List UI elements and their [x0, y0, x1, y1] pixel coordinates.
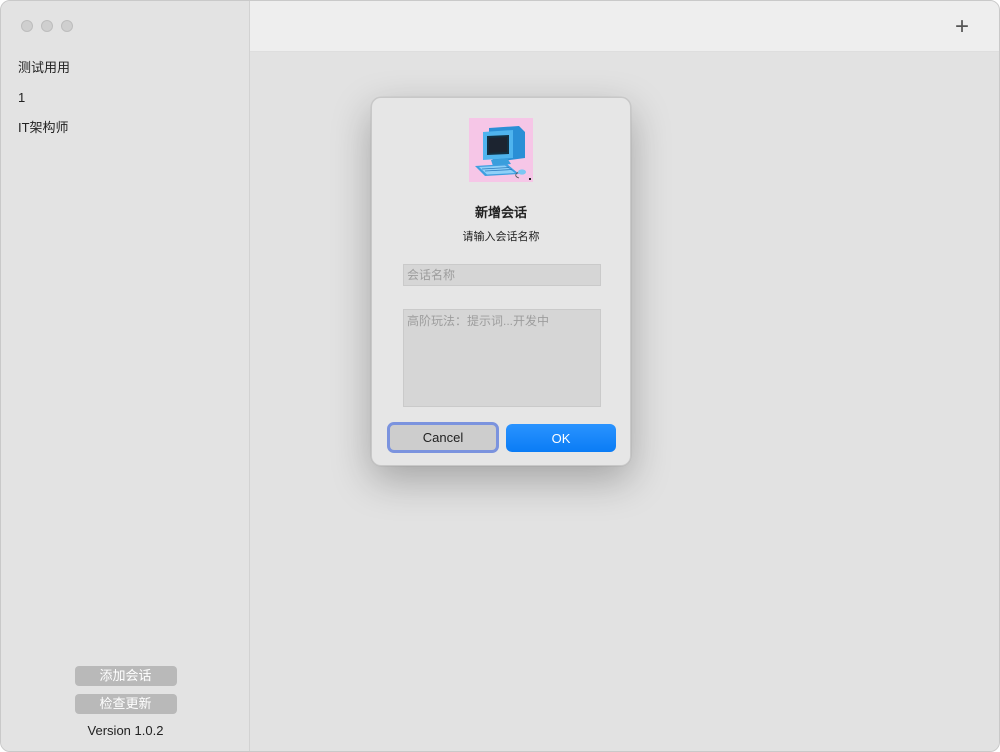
- app-window: 测试用用 1 IT架构师 添加会话 检查更新 Version 1.0.2 + 新…: [0, 0, 1000, 752]
- prompt-textarea[interactable]: [403, 309, 601, 407]
- version-label: Version 1.0.2: [87, 723, 164, 738]
- dialog-title: 新增会话: [474, 205, 527, 220]
- session-name-input[interactable]: [403, 264, 601, 286]
- zoom-window-button[interactable]: [61, 20, 73, 32]
- session-item[interactable]: 测试用用: [18, 59, 70, 89]
- window-controls: [21, 20, 73, 32]
- close-window-button[interactable]: [21, 20, 33, 32]
- plus-icon[interactable]: +: [955, 15, 969, 39]
- session-list: 测试用用 1 IT架构师: [18, 59, 70, 149]
- toolbar: +: [250, 1, 999, 52]
- computer-app-icon: [469, 118, 533, 182]
- sidebar: 测试用用 1 IT架构师 添加会话 检查更新 Version 1.0.2: [1, 1, 250, 751]
- session-item[interactable]: 1: [18, 89, 70, 119]
- minimize-window-button[interactable]: [41, 20, 53, 32]
- ok-button[interactable]: OK: [506, 424, 616, 452]
- session-item[interactable]: IT架构师: [18, 119, 70, 149]
- cancel-button[interactable]: Cancel: [387, 422, 499, 453]
- new-session-dialog: 新增会话 请输入会话名称 Cancel OK: [371, 97, 631, 466]
- dialog-subtitle: 请输入会话名称: [462, 231, 540, 243]
- add-session-button[interactable]: 添加会话: [74, 666, 177, 686]
- check-update-button[interactable]: 检查更新: [74, 694, 177, 714]
- sidebar-footer: 添加会话 检查更新 Version 1.0.2: [1, 666, 250, 738]
- computer-icon: [469, 118, 533, 182]
